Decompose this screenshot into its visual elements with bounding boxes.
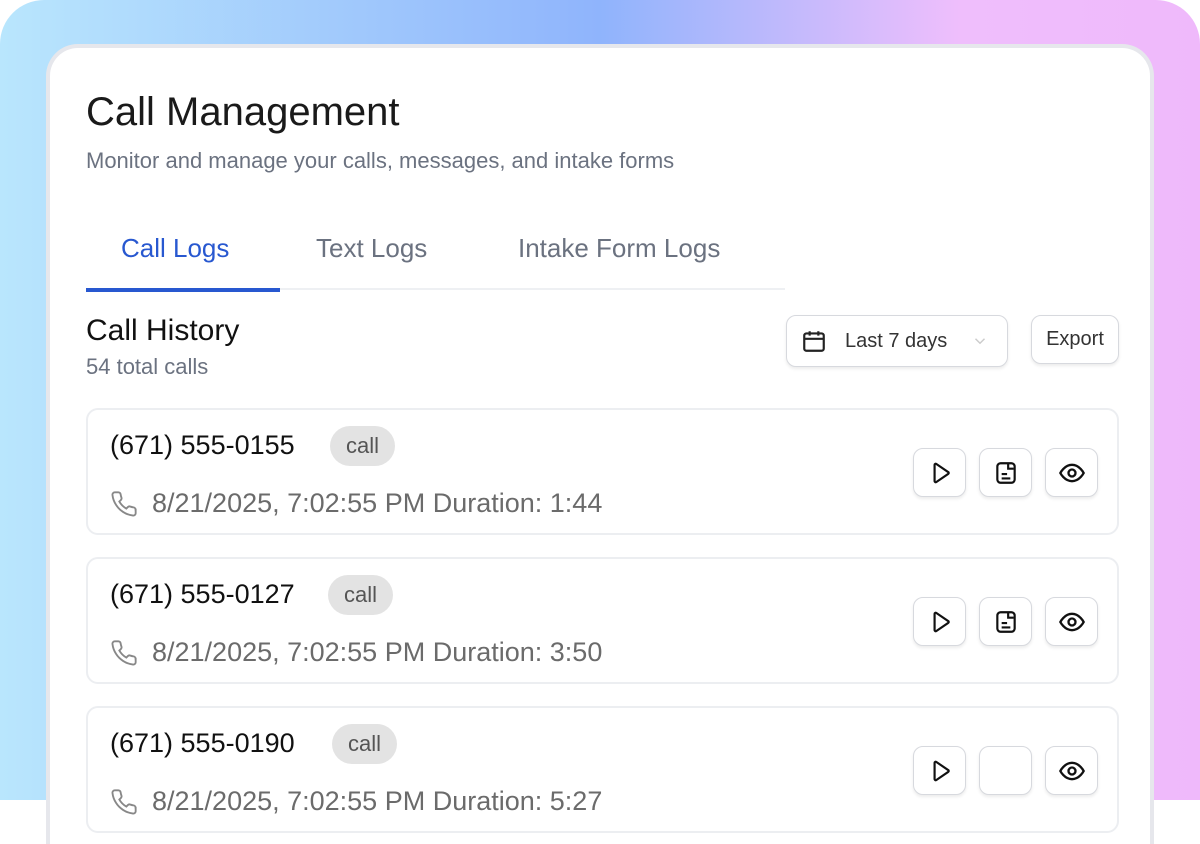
page-title: Call Management <box>86 90 400 135</box>
phone-icon <box>110 490 138 518</box>
transcript-button[interactable] <box>979 746 1032 795</box>
date-range-dropdown[interactable]: Last 7 days <box>786 315 1008 367</box>
play-button[interactable] <box>913 448 966 497</box>
phone-icon <box>110 639 138 667</box>
call-duration: Duration: 5:27 <box>433 786 603 816</box>
play-button[interactable] <box>913 597 966 646</box>
tab-intake-form-logs[interactable]: Intake Form Logs <box>518 226 720 290</box>
play-icon <box>927 609 953 635</box>
call-meta: 8/21/2025, 7:02:55 PM Duration: 5:27 <box>110 786 602 817</box>
call-row[interactable]: (671) 555-0190 call 8/21/2025, 7:02:55 P… <box>86 706 1119 833</box>
date-range-value: Last 7 days <box>845 330 947 353</box>
play-icon <box>927 758 953 784</box>
phone-icon <box>110 788 138 816</box>
tab-bar: Call Logs Text Logs Intake Form Logs <box>86 226 785 290</box>
view-button[interactable] <box>1045 746 1098 795</box>
play-button[interactable] <box>913 746 966 795</box>
play-icon <box>927 460 953 486</box>
total-calls-count: 54 total calls <box>86 354 208 380</box>
call-meta: 8/21/2025, 7:02:55 PM Duration: 3:50 <box>110 637 602 668</box>
chevron-down-icon <box>971 332 989 350</box>
transcript-icon <box>993 460 1019 486</box>
calendar-icon <box>801 328 827 354</box>
transcript-icon <box>993 609 1019 635</box>
phone-number: (671) 555-0127 <box>110 579 295 610</box>
tab-call-logs[interactable]: Call Logs <box>86 226 280 292</box>
call-row[interactable]: (671) 555-0155 call 8/21/2025, 7:02:55 P… <box>86 408 1119 535</box>
transcript-button[interactable] <box>979 597 1032 646</box>
section-title: Call History <box>86 314 239 348</box>
tab-text-logs[interactable]: Text Logs <box>316 226 427 290</box>
call-datetime: 8/21/2025, 7:02:55 PM <box>152 786 425 816</box>
call-datetime: 8/21/2025, 7:02:55 PM <box>152 637 425 667</box>
call-meta: 8/21/2025, 7:02:55 PM Duration: 1:44 <box>110 488 602 519</box>
view-button[interactable] <box>1045 597 1098 646</box>
view-button[interactable] <box>1045 448 1098 497</box>
eye-icon <box>1058 608 1086 636</box>
phone-number: (671) 555-0155 <box>110 430 295 461</box>
call-duration: Duration: 1:44 <box>433 488 603 518</box>
type-badge: call <box>332 724 397 764</box>
export-button[interactable]: Export <box>1031 315 1119 364</box>
type-badge: call <box>328 575 393 615</box>
page-subtitle: Monitor and manage your calls, messages,… <box>86 148 674 174</box>
eye-icon <box>1058 459 1086 487</box>
transcript-button[interactable] <box>979 448 1032 497</box>
type-badge: call <box>330 426 395 466</box>
main-card: Call Management Monitor and manage your … <box>46 44 1154 844</box>
eye-icon <box>1058 757 1086 785</box>
call-duration: Duration: 3:50 <box>433 637 603 667</box>
call-datetime: 8/21/2025, 7:02:55 PM <box>152 488 425 518</box>
call-row[interactable]: (671) 555-0127 call 8/21/2025, 7:02:55 P… <box>86 557 1119 684</box>
phone-number: (671) 555-0190 <box>110 728 295 759</box>
